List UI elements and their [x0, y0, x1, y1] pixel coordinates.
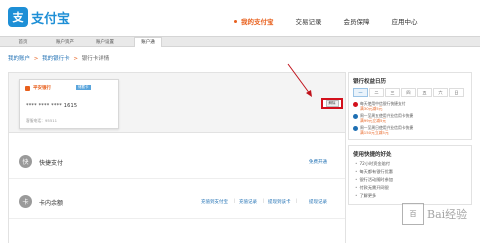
alipay-logo-icon: 支	[8, 7, 28, 27]
top-header: 支 支付宝 我的支付宝 交易记录 会员保障 应用中心	[0, 0, 480, 36]
card-number: **** **** **** 1615	[26, 103, 78, 109]
bullet-icon: •	[355, 161, 358, 166]
alipay-logo-text: 支付宝	[31, 11, 71, 27]
promo-offer: 满30元减5元	[360, 106, 383, 111]
weekday-tab[interactable]: 一	[353, 88, 368, 97]
nav-my-alipay[interactable]: 我的支付宝	[234, 16, 274, 26]
bank-calendar-box: 银行权益日历 一 二 三 四 五 六 日 每天使用中信银行快捷支付 满30元减5…	[348, 72, 472, 140]
card-balance-icon: 卡	[19, 195, 32, 208]
bank-service-phone: 客服电话：95511	[26, 118, 58, 123]
learn-more-link[interactable]: • 了解更多	[349, 192, 471, 200]
weekday-tab[interactable]: 五	[417, 88, 432, 97]
balance-title: 卡内余额	[39, 200, 64, 207]
annotation-arrow-icon	[287, 63, 312, 97]
withdraw-records-link[interactable]: 提现记录	[309, 199, 327, 205]
watermark-text: Bai经验	[427, 208, 468, 221]
benefit-text: 付款无需开网银	[359, 185, 389, 190]
nav-label: 会员保障	[343, 18, 370, 26]
quickpay-icon: 快	[19, 155, 32, 168]
benefit-item: • 每天都有银行优惠	[349, 168, 471, 176]
tab-account-pass[interactable]: 账户通	[134, 37, 162, 47]
alipay-logo[interactable]: 支 支付宝	[8, 6, 70, 28]
nav-label: 应用中心	[391, 18, 418, 26]
cib-bank-icon	[353, 113, 358, 119]
tab-account-settings[interactable]: 账户设置	[90, 38, 120, 47]
link-separator: |	[296, 199, 298, 204]
balance-row: 卡 卡内余额 充值到支付宝 | 充值记录 | 提现到该卡 | 提现记录	[9, 185, 345, 219]
bank-name: 平安银行	[33, 86, 51, 91]
breadcrumb-my-bank-cards[interactable]: 我的银行卡	[42, 56, 70, 62]
promo-item[interactable]: 周一至周日使用兴业信用卡快捷 满150元立减5元	[349, 124, 471, 139]
benefit-text: 了解更多	[359, 193, 377, 198]
bank-card: 平安银行 储蓄卡 **** **** **** 1615 客服电话：95511	[19, 79, 119, 129]
withdraw-to-card-link[interactable]: 提现到该卡	[268, 199, 291, 205]
cib-bank-icon	[353, 125, 358, 131]
breadcrumb-separator: >	[73, 56, 78, 62]
promo-offer: 满99元立减5元	[360, 118, 387, 123]
link-separator: |	[234, 199, 236, 204]
breadcrumb-my-account[interactable]: 我的账户	[8, 56, 30, 62]
quickpay-activate-link[interactable]: 免费开通	[309, 159, 327, 165]
nav-app-center[interactable]: 应用中心	[392, 16, 418, 26]
weekday-tab[interactable]: 四	[401, 88, 416, 97]
benefit-text: 银行活动随时参加	[359, 177, 393, 182]
benefit-item: • 银行活动随时参加	[349, 176, 471, 184]
bullet-icon: •	[355, 193, 358, 198]
pingan-bank-icon	[25, 85, 30, 91]
bank-calendar-title: 银行权益日历	[353, 79, 387, 85]
topup-alipay-link[interactable]: 充值到支付宝	[201, 199, 228, 205]
breadcrumb-separator: >	[33, 56, 39, 62]
nav-transactions[interactable]: 交易记录	[296, 16, 322, 26]
weekday-tabs: 一 二 三 四 五 六 日	[349, 87, 471, 100]
topup-records-link[interactable]: 充值记录	[239, 199, 257, 205]
benefit-text: 72小时资金赔付	[359, 161, 390, 166]
weekday-tab[interactable]: 日	[449, 88, 464, 97]
quickpay-title: 快捷支付	[39, 160, 64, 167]
quickpay-row: 快 快捷支付 免费开通	[9, 145, 345, 179]
nav-label: 交易记录	[295, 18, 322, 26]
sub-nav: 首页 账户资产 账户设置 账户通	[0, 36, 480, 47]
watermark-logo-icon: 百	[402, 203, 424, 225]
nav-label: 我的支付宝	[241, 18, 274, 26]
bullet-icon: •	[355, 177, 358, 182]
nav-member-protection[interactable]: 会员保障	[344, 16, 370, 26]
active-dot-icon	[234, 19, 237, 23]
bank-logo: 平安银行	[25, 85, 51, 91]
breadcrumb: 我的账户 > 我的银行卡 > 银行卡详情	[8, 54, 109, 62]
weekday-tab[interactable]: 六	[433, 88, 448, 97]
promo-item[interactable]: 周一至周五使用兴业信用卡快捷 满99元立减5元	[349, 112, 471, 124]
main-nav: 我的支付宝 交易记录 会员保障 应用中心	[234, 16, 440, 26]
quickpay-benefits-box: 使用快捷的好处 • 72小时资金赔付 • 每天都有银行优惠 • 银行活动随时参加 • 付…	[348, 145, 472, 205]
benefit-item: • 72小时资金赔付	[349, 160, 471, 168]
weekday-tab[interactable]: 二	[369, 88, 384, 97]
breadcrumb-current: 银行卡详情	[81, 56, 110, 62]
promo-item[interactable]: 每天使用中信银行快捷支付 满30元减5元	[349, 100, 471, 112]
promo-offer: 满150元立减5元	[360, 130, 389, 135]
benefit-text: 每天都有银行优惠	[359, 169, 393, 174]
benefit-item: • 付款无需开网银	[349, 184, 471, 192]
bullet-icon: •	[355, 169, 358, 174]
unbind-button[interactable]: 解除	[325, 100, 339, 107]
baidu-jingyan-watermark: 百 Bai经验	[402, 203, 467, 225]
unbind-highlight-box: 解除	[321, 98, 343, 109]
card-type-badge: 储蓄卡	[76, 85, 91, 90]
link-separator: |	[263, 199, 265, 204]
benefits-title: 使用快捷的好处	[353, 152, 392, 158]
bullet-icon: •	[355, 185, 358, 190]
citic-bank-icon	[353, 101, 358, 107]
weekday-tab[interactable]: 三	[385, 88, 400, 97]
tab-home[interactable]: 首页	[12, 38, 34, 47]
tab-account-assets[interactable]: 账户资产	[50, 38, 80, 47]
